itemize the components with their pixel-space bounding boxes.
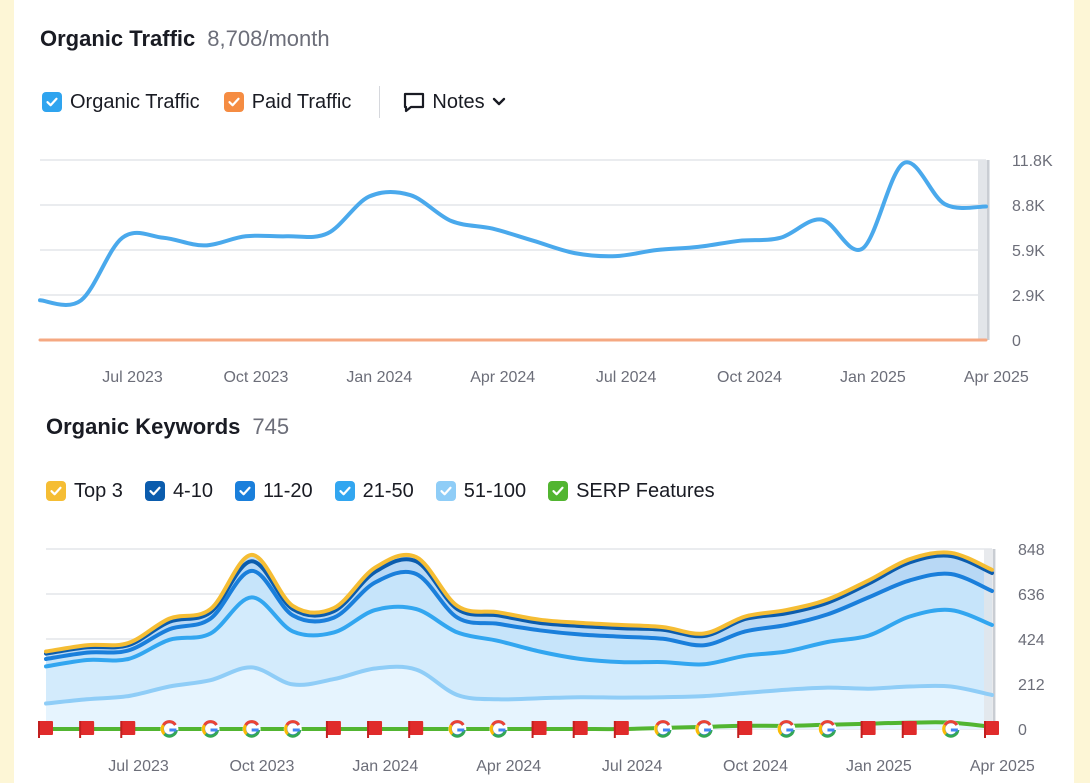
keywords-y-tick: 0 bbox=[1018, 722, 1027, 739]
google-update-icon[interactable] bbox=[941, 720, 960, 738]
keywords-x-tick: Apr 2025 bbox=[970, 758, 1035, 775]
keywords-x-tick: Jul 2023 bbox=[108, 758, 169, 775]
keywords-y-tick: 212 bbox=[1018, 677, 1045, 694]
flag-icon[interactable] bbox=[572, 721, 588, 738]
flag-icon[interactable] bbox=[901, 721, 917, 738]
google-update-icon[interactable] bbox=[201, 720, 220, 738]
flag-icon[interactable] bbox=[408, 721, 424, 738]
flag-icon[interactable] bbox=[79, 721, 95, 738]
google-update-icon[interactable] bbox=[489, 720, 508, 738]
report-panel: Organic Traffic 8,708/month Organic Traf… bbox=[14, 0, 1074, 783]
keywords-x-tick: Oct 2023 bbox=[229, 758, 294, 775]
google-update-icon[interactable] bbox=[818, 720, 837, 738]
keywords-x-tick: Oct 2024 bbox=[723, 758, 788, 775]
google-update-icon[interactable] bbox=[448, 720, 467, 738]
keywords-x-tick: Apr 2024 bbox=[476, 758, 541, 775]
google-update-icon[interactable] bbox=[160, 720, 179, 738]
google-update-icon[interactable] bbox=[777, 720, 796, 738]
flag-icon[interactable] bbox=[120, 721, 136, 738]
flag-icon[interactable] bbox=[984, 721, 999, 738]
keywords-x-tick: Jan 2024 bbox=[352, 758, 418, 775]
keywords-x-tick: Jul 2024 bbox=[602, 758, 663, 775]
flag-icon[interactable] bbox=[325, 721, 341, 738]
flag-icon[interactable] bbox=[38, 721, 53, 738]
organic-keywords-chart: 0 212 424 636 848 Jul 2023 Oct 2023 Jan 2024 Apr… bbox=[38, 542, 1045, 775]
flag-icon[interactable] bbox=[860, 721, 876, 738]
google-update-icon[interactable] bbox=[695, 720, 714, 738]
keywords-x-tick: Jan 2025 bbox=[846, 758, 912, 775]
google-update-icon[interactable] bbox=[242, 720, 261, 738]
flag-icon[interactable] bbox=[737, 721, 753, 738]
google-update-icon[interactable] bbox=[653, 720, 672, 738]
flag-icon[interactable] bbox=[367, 721, 383, 738]
keywords-y-tick: 636 bbox=[1018, 587, 1045, 604]
flag-icon[interactable] bbox=[613, 721, 629, 738]
google-update-icon[interactable] bbox=[283, 720, 302, 738]
keywords-y-tick: 848 bbox=[1018, 542, 1045, 559]
keywords-y-tick: 424 bbox=[1018, 632, 1045, 649]
flag-icon[interactable] bbox=[531, 721, 547, 738]
